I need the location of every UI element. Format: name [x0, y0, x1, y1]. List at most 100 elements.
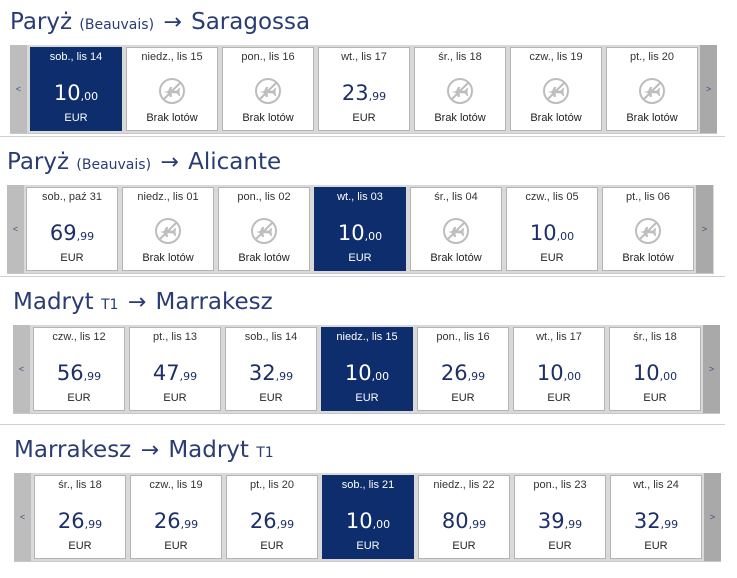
no-flights-plane-icon — [542, 77, 570, 105]
no-flights-label: Brak lotów — [434, 112, 486, 124]
date-cell[interactable]: śr., lis 04 Brak lotów — [410, 187, 502, 271]
date-cell[interactable]: pon., lis 16 Brak lotów — [222, 47, 314, 131]
no-flights-plane-icon — [638, 77, 666, 105]
no-flights-plane-icon — [442, 217, 470, 245]
date-cell[interactable]: wt., lis 17 10,00 EUR — [513, 327, 605, 411]
date-cell[interactable]: pt., lis 13 47,99 EUR — [129, 327, 221, 411]
date-label: sob., paź 31 — [42, 191, 102, 203]
price-cents: ,99 — [276, 518, 295, 531]
prev-dates-button[interactable]: < — [10, 45, 27, 133]
origin-airport: (Beauvais) — [76, 157, 152, 173]
date-cell[interactable]: wt., lis 24 32,99 EUR — [610, 475, 702, 559]
date-label: pon., lis 02 — [237, 191, 291, 203]
price-cents: ,99 — [180, 518, 199, 531]
date-cell[interactable]: czw., lis 19 Brak lotów — [510, 47, 602, 131]
date-cell[interactable]: niedz., lis 01 Brak lotów — [122, 187, 214, 271]
route-arrow: → — [160, 150, 179, 175]
date-cell[interactable]: niedz., lis 22 80,99 EUR — [418, 475, 510, 559]
price-whole: 32 — [633, 509, 661, 533]
currency-label: EUR — [452, 540, 476, 552]
date-cell[interactable]: sob., lis 21 10,00 EUR — [322, 475, 414, 559]
origin-city: Paryż — [10, 9, 73, 35]
date-cell[interactable]: sob., lis 14 10,00 EUR — [30, 47, 122, 131]
date-strip: < sob., paź 31 69,99 EUR niedz., lis 01 Brak … — [7, 185, 714, 274]
date-cell[interactable]: sob., lis 14 32,99 EUR — [225, 327, 317, 411]
date-cell[interactable]: pt., lis 20 26,99 EUR — [226, 475, 318, 559]
date-cell[interactable]: śr., lis 18 Brak lotów — [414, 47, 506, 131]
prev-dates-button[interactable]: < — [14, 473, 31, 561]
date-cell[interactable]: śr., lis 18 26,99 EUR — [34, 475, 126, 559]
currency-label: EUR — [547, 392, 571, 404]
price-cents: ,99 — [76, 230, 95, 243]
prev-dates-button[interactable]: < — [7, 185, 24, 273]
currency-label: EUR — [164, 540, 188, 552]
date-cell[interactable]: wt., lis 03 10,00 EUR — [314, 187, 406, 271]
fare-price: 23,99 — [319, 81, 409, 109]
next-dates-button[interactable]: > — [696, 185, 713, 273]
date-cell[interactable]: czw., lis 19 26,99 EUR — [130, 475, 222, 559]
date-cell[interactable]: niedz., lis 15 10,00 EUR — [321, 327, 413, 411]
prev-dates-button[interactable]: < — [13, 325, 30, 413]
route-title: Paryż (Beauvais) → Saragossa — [10, 8, 310, 39]
date-cell[interactable]: sob., paź 31 69,99 EUR — [26, 187, 118, 271]
date-cell[interactable]: śr., lis 18 10,00 EUR — [609, 327, 701, 411]
date-cell[interactable]: pt., lis 06 Brak lotów — [602, 187, 694, 271]
destination-city: Alicante — [188, 149, 282, 175]
origin-city: Paryż — [7, 149, 70, 175]
fare-price: 10,00 — [322, 361, 412, 389]
next-dates-button[interactable]: > — [700, 45, 717, 133]
date-label: pon., lis 16 — [436, 331, 490, 343]
date-cell[interactable]: pon., lis 02 Brak lotów — [218, 187, 310, 271]
next-dates-button[interactable]: > — [703, 325, 720, 413]
date-cell[interactable]: pon., lis 23 39,99 EUR — [514, 475, 606, 559]
price-whole: 26 — [440, 361, 468, 385]
next-dates-button[interactable]: > — [704, 473, 721, 561]
price-cents: ,00 — [372, 518, 391, 531]
fare-price: 56,99 — [34, 361, 124, 389]
section-divider — [0, 424, 725, 425]
price-whole: 80 — [441, 509, 469, 533]
route-title: Marrakesz → Madryt T1 — [14, 436, 274, 467]
no-flights-plane-icon — [254, 77, 282, 105]
date-label: niedz., lis 01 — [137, 191, 199, 203]
currency-label: EUR — [540, 252, 564, 264]
currency-label: EUR — [259, 392, 283, 404]
date-strip: < śr., lis 18 26,99 EUR czw., lis 19 26,99 EUR… — [14, 473, 721, 562]
price-cents: ,00 — [80, 90, 99, 103]
price-whole: 26 — [153, 509, 181, 533]
currency-label: EUR — [548, 540, 572, 552]
section-divider — [0, 276, 725, 277]
currency-label: EUR — [64, 112, 88, 124]
price-whole: 10 — [536, 361, 564, 385]
date-cell[interactable]: czw., lis 12 56,99 EUR — [33, 327, 125, 411]
price-cents: ,00 — [556, 230, 575, 243]
route-arrow: → — [140, 438, 159, 463]
price-whole: 32 — [248, 361, 276, 385]
price-cents: ,99 — [468, 518, 487, 531]
date-label: pt., lis 20 — [249, 479, 295, 491]
date-cell[interactable]: wt., lis 17 23,99 EUR — [318, 47, 410, 131]
currency-label: EUR — [352, 112, 376, 124]
no-flights-label: Brak lotów — [622, 252, 674, 264]
no-flights-label: Brak lotów — [626, 112, 678, 124]
no-flights-label: Brak lotów — [238, 252, 290, 264]
date-label: czw., lis 19 — [149, 479, 203, 491]
date-label: śr., lis 04 — [434, 191, 478, 203]
date-cell[interactable]: pon., lis 16 26,99 EUR — [417, 327, 509, 411]
date-label: czw., lis 19 — [529, 51, 583, 63]
currency-label: EUR — [643, 392, 667, 404]
route-arrow: → — [127, 290, 147, 315]
price-whole: 10 — [345, 509, 373, 533]
price-whole: 47 — [152, 361, 180, 385]
currency-label: EUR — [67, 392, 91, 404]
currency-label: EUR — [451, 392, 475, 404]
fare-price: 26,99 — [35, 509, 125, 537]
date-cell[interactable]: pt., lis 20 Brak lotów — [606, 47, 698, 131]
date-cell[interactable]: czw., lis 05 10,00 EUR — [506, 187, 598, 271]
date-label: wt., lis 17 — [536, 331, 582, 343]
date-cell[interactable]: niedz., lis 15 Brak lotów — [126, 47, 218, 131]
currency-label: EUR — [355, 392, 379, 404]
route-title: Paryż (Beauvais) → Alicante — [7, 148, 281, 179]
price-whole: 26 — [249, 509, 277, 533]
date-label: sob., lis 14 — [49, 51, 103, 63]
